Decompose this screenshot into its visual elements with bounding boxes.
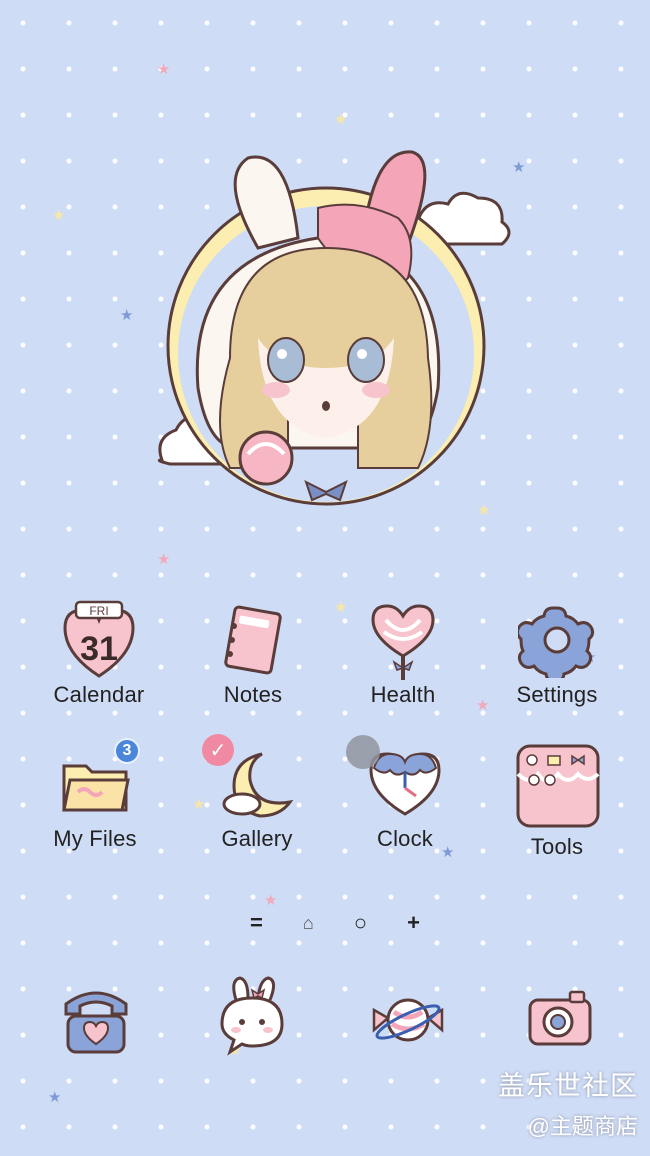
calendar-icon: FRI 31 [60, 600, 138, 678]
phone-icon [64, 991, 128, 1054]
watermark: 盖乐世社区 @主题商店 [498, 1064, 638, 1141]
app-label: Notes [223, 682, 283, 707]
app-settings[interactable]: Settings [482, 600, 632, 708]
lollipop-icon [364, 600, 442, 680]
pages-menu-icon[interactable]: = [250, 912, 263, 934]
app-label: Health [370, 682, 436, 707]
star-decoration: ★ [334, 111, 348, 128]
current-page-dot[interactable]: ○ [354, 912, 367, 934]
selected-check-badge: ✓ [202, 734, 234, 766]
star-decoration: ★ [264, 892, 278, 909]
app-label: Settings [516, 682, 598, 707]
app-my-files[interactable]: 3 My Files [20, 738, 170, 852]
app-label: Clock [376, 826, 433, 851]
star-decoration: ★ [157, 551, 171, 568]
app-label: Gallery [221, 826, 293, 851]
star-decoration: ★ [48, 1089, 62, 1106]
dock-phone[interactable] [56, 980, 136, 1060]
star-decoration: ★ [52, 207, 66, 224]
app-health[interactable]: Health [328, 600, 478, 708]
watermark-theme-store: @主题商店 [527, 1114, 638, 1139]
page-indicator: = ⌂ ○ + [250, 910, 420, 936]
tools-folder-icon [514, 744, 600, 830]
messages-bunny-icon [220, 976, 284, 1056]
notes-icon [214, 600, 292, 678]
floating-touch-indicator[interactable] [346, 735, 380, 769]
bunny-girl-illustration [157, 150, 511, 506]
app-label: My Files [53, 826, 137, 851]
calendar-date-text: 31 [80, 630, 118, 668]
star-decoration: ★ [120, 307, 134, 324]
candy-planet-icon [372, 998, 444, 1042]
app-notes[interactable]: Notes [178, 600, 328, 708]
app-label: Calendar [53, 682, 145, 707]
watermark-community: 盖乐世社区 [498, 1071, 638, 1101]
dock-messages[interactable] [212, 976, 292, 1056]
star-decoration: ★ [157, 61, 171, 78]
avatar-widget[interactable] [148, 138, 520, 510]
app-gallery[interactable]: ✓ Gallery [182, 734, 332, 852]
dock-camera[interactable] [520, 980, 600, 1060]
add-page-icon[interactable]: + [407, 912, 420, 934]
gear-icon [515, 600, 596, 684]
camera-icon [528, 990, 592, 1046]
dock-candy[interactable] [368, 980, 448, 1060]
notification-badge: 3 [114, 738, 140, 764]
calendar-day-text: FRI [89, 604, 108, 618]
app-calendar[interactable]: FRI 31 Calendar [24, 600, 174, 708]
home-page-icon[interactable]: ⌂ [303, 914, 314, 932]
app-tools[interactable]: Tools [482, 744, 632, 860]
app-label: Tools [530, 834, 584, 859]
